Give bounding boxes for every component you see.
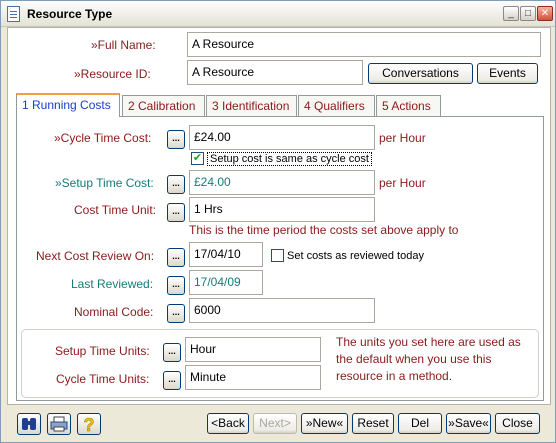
setup-time-units-field[interactable]: Hour xyxy=(185,337,321,362)
cycle-time-units-lookup-button[interactable]: ... xyxy=(163,371,181,390)
setup-time-cost-label: »Setup Time Cost: xyxy=(55,176,154,190)
binoculars-button[interactable] xyxy=(17,413,41,435)
resource-id-field[interactable]: A Resource xyxy=(187,60,363,85)
last-reviewed-lookup-button[interactable]: ... xyxy=(167,276,185,295)
help-button[interactable]: ? xyxy=(77,413,101,435)
cost-time-unit-field[interactable]: 1 Hrs xyxy=(189,197,375,222)
save-button[interactable]: »Save« xyxy=(446,413,491,434)
content-area: »Full Name: A Resource »Resource ID: A R… xyxy=(7,27,551,405)
close-window-button[interactable]: ✕ xyxy=(537,6,553,21)
cycle-time-units-label: Cycle Time Units: xyxy=(56,372,150,386)
document-icon xyxy=(7,6,20,22)
last-reviewed-label: Last Reviewed: xyxy=(71,277,154,291)
set-reviewed-checkbox[interactable] xyxy=(271,249,284,262)
resource-id-label: »Resource ID: xyxy=(74,67,151,81)
setup-time-units-label: Setup Time Units: xyxy=(55,344,150,358)
conversations-button[interactable]: Conversations xyxy=(368,63,473,84)
events-button[interactable]: Events xyxy=(477,63,538,84)
new-button[interactable]: »New« xyxy=(301,413,348,434)
last-reviewed-field[interactable]: 17/04/09 xyxy=(189,270,263,295)
nominal-code-label: Nominal Code: xyxy=(74,305,154,319)
tab-running-costs[interactable]: 1 Running Costs xyxy=(16,93,120,117)
bottom-toolbar: ? <Back Next> »New« Reset Del »Save« Clo… xyxy=(1,405,555,443)
tab-calibration[interactable]: 2 Calibration xyxy=(122,95,205,117)
nominal-code-lookup-button[interactable]: ... xyxy=(167,304,185,323)
next-cost-review-field[interactable]: 17/04/10 xyxy=(189,242,263,267)
next-cost-review-label: Next Cost Review On: xyxy=(36,249,155,263)
binoculars-icon xyxy=(22,418,36,430)
full-name-label: »Full Name: xyxy=(91,38,156,52)
next-cost-review-lookup-button[interactable]: ... xyxy=(167,248,185,267)
svg-text:?: ? xyxy=(84,415,95,434)
cycle-time-cost-lookup-button[interactable]: ... xyxy=(167,130,185,149)
cycle-time-units-field[interactable]: Minute xyxy=(185,365,321,390)
resource-type-window: Resource Type _ □ ✕ »Full Name: A Resour… xyxy=(0,0,556,443)
nominal-code-field[interactable]: 6000 xyxy=(189,298,375,323)
setup-time-units-lookup-button[interactable]: ... xyxy=(163,343,181,362)
cost-time-unit-note: This is the time period the costs set ab… xyxy=(189,223,459,237)
back-button[interactable]: <Back xyxy=(207,413,249,434)
printer-icon xyxy=(50,416,68,432)
delete-button[interactable]: Del xyxy=(398,413,442,434)
question-mark-icon: ? xyxy=(83,415,95,436)
close-button[interactable]: Close xyxy=(495,413,540,434)
setup-same-label: Setup cost is same as cycle cost xyxy=(207,152,372,166)
set-reviewed-label: Set costs as reviewed today xyxy=(287,250,424,262)
print-button[interactable] xyxy=(47,413,71,435)
reset-button[interactable]: Reset xyxy=(352,413,394,434)
maximize-button[interactable]: □ xyxy=(520,6,536,21)
setup-time-cost-lookup-button[interactable]: ... xyxy=(167,175,185,194)
window-title: Resource Type xyxy=(27,7,113,21)
setup-same-checkbox[interactable]: ✔ xyxy=(191,152,204,165)
tab-qualifiers[interactable]: 4 Qualifiers xyxy=(298,95,375,117)
tab-identification[interactable]: 3 Identification xyxy=(206,95,297,117)
cycle-time-cost-unit: per Hour xyxy=(379,131,426,145)
setup-time-cost-field[interactable]: £24.00 xyxy=(189,170,375,195)
cycle-time-cost-label: »Cycle Time Cost: xyxy=(54,131,152,145)
next-button[interactable]: Next> xyxy=(253,413,297,434)
running-costs-panel: »Cycle Time Cost: ... £24.00 per Hour ✔ … xyxy=(16,116,544,401)
cycle-time-cost-field[interactable]: £24.00 xyxy=(189,125,375,150)
cost-time-unit-lookup-button[interactable]: ... xyxy=(167,203,185,222)
time-units-group: Setup Time Units: ... Hour Cycle Time Un… xyxy=(21,329,539,398)
setup-time-cost-unit: per Hour xyxy=(379,176,426,190)
tab-actions[interactable]: 5 Actions xyxy=(376,95,441,117)
minimize-button[interactable]: _ xyxy=(503,6,519,21)
full-name-field[interactable]: A Resource xyxy=(187,32,541,57)
cost-time-unit-label: Cost Time Unit: xyxy=(74,203,157,217)
title-bar: Resource Type _ □ ✕ xyxy=(1,1,555,27)
units-note: The units you set here are used as the d… xyxy=(336,335,521,383)
